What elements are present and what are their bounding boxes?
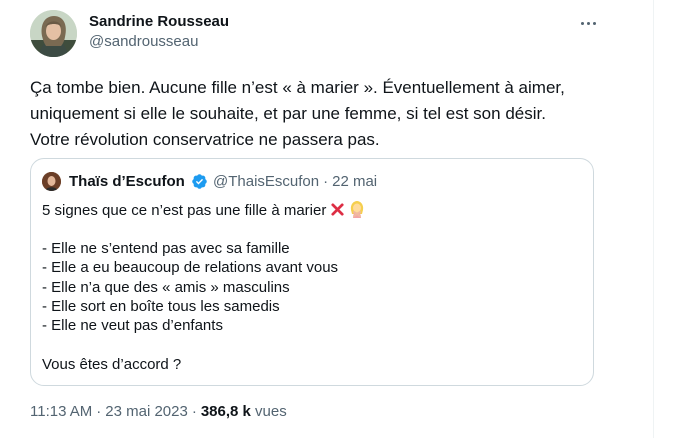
tweet-text-line: Votre révolution conservatrice ne passer… <box>30 130 380 149</box>
quoted-headline: 5 signes que ce n’est pas une fille à ma… <box>42 202 327 219</box>
timeline-border <box>653 0 654 438</box>
verified-badge-icon <box>191 173 208 190</box>
views-label: vues <box>255 403 287 420</box>
quoted-handle: @ThaisEscufon <box>213 173 320 190</box>
quoted-author-name: Thaïs d’Escufon <box>69 173 185 190</box>
meta-separator: · <box>96 403 102 420</box>
author-handle[interactable]: @sandrousseau <box>89 33 198 50</box>
tweet-text-line: uniquement si elle le souhaite, et par u… <box>30 104 546 123</box>
tweet-date[interactable]: 23 mai 2023 <box>105 403 188 420</box>
tweet-text: Ça tombe bien. Aucune fille n’est « à ma… <box>30 75 630 153</box>
quoted-date: 22 mai <box>332 173 378 190</box>
views-count[interactable]: 386,8 k <box>201 403 251 420</box>
author-name[interactable]: Sandrine Rousseau <box>89 13 229 30</box>
quoted-list-item: - Elle ne s’entend pas avec sa famille <box>42 239 290 257</box>
quoted-list-item: - Elle n’a que des « amis » masculins <box>42 278 290 296</box>
author-avatar-image <box>30 10 77 57</box>
tweet-text-line: Ça tombe bien. Aucune fille n’est « à ma… <box>30 78 565 97</box>
cross-mark-emoji <box>330 202 345 222</box>
no-gesture-woman-emoji <box>348 200 366 223</box>
quoted-tweet[interactable]: Thaïs d’Escufon @ThaisEscufon · 22 mai 5 s… <box>30 158 594 386</box>
meta-separator: · <box>191 403 197 420</box>
quoted-list-item: - Elle a eu beaucoup de relations avant … <box>42 259 339 277</box>
quoted-list-item: - Elle ne veut pas d’enfants <box>42 317 223 335</box>
tweet-timestamp: 11:13 AM · 23 mai 2023 · 386,8 k vues <box>30 403 287 420</box>
more-dots-icon <box>580 21 584 25</box>
quoted-closing: Vous êtes d’accord ? <box>42 356 182 374</box>
meta-separator: · <box>323 173 329 190</box>
quoted-first-line: 5 signes que ce n’est pas une fille à ma… <box>42 200 582 219</box>
quoted-author-avatar <box>42 172 61 191</box>
quoted-meta: @ThaisEscufon · 22 mai <box>213 173 377 190</box>
quoted-text: 5 signes que ce n’est pas une fille à ma… <box>42 200 582 375</box>
author-avatar[interactable] <box>30 10 77 57</box>
tweet: Sandrine Rousseau @sandrousseau Ça tombe… <box>0 0 653 438</box>
quoted-list-item: - Elle sort en boîte tous les samedis <box>42 297 280 315</box>
tweet-time[interactable]: 11:13 AM <box>30 403 92 420</box>
more-options-button[interactable] <box>574 11 602 35</box>
